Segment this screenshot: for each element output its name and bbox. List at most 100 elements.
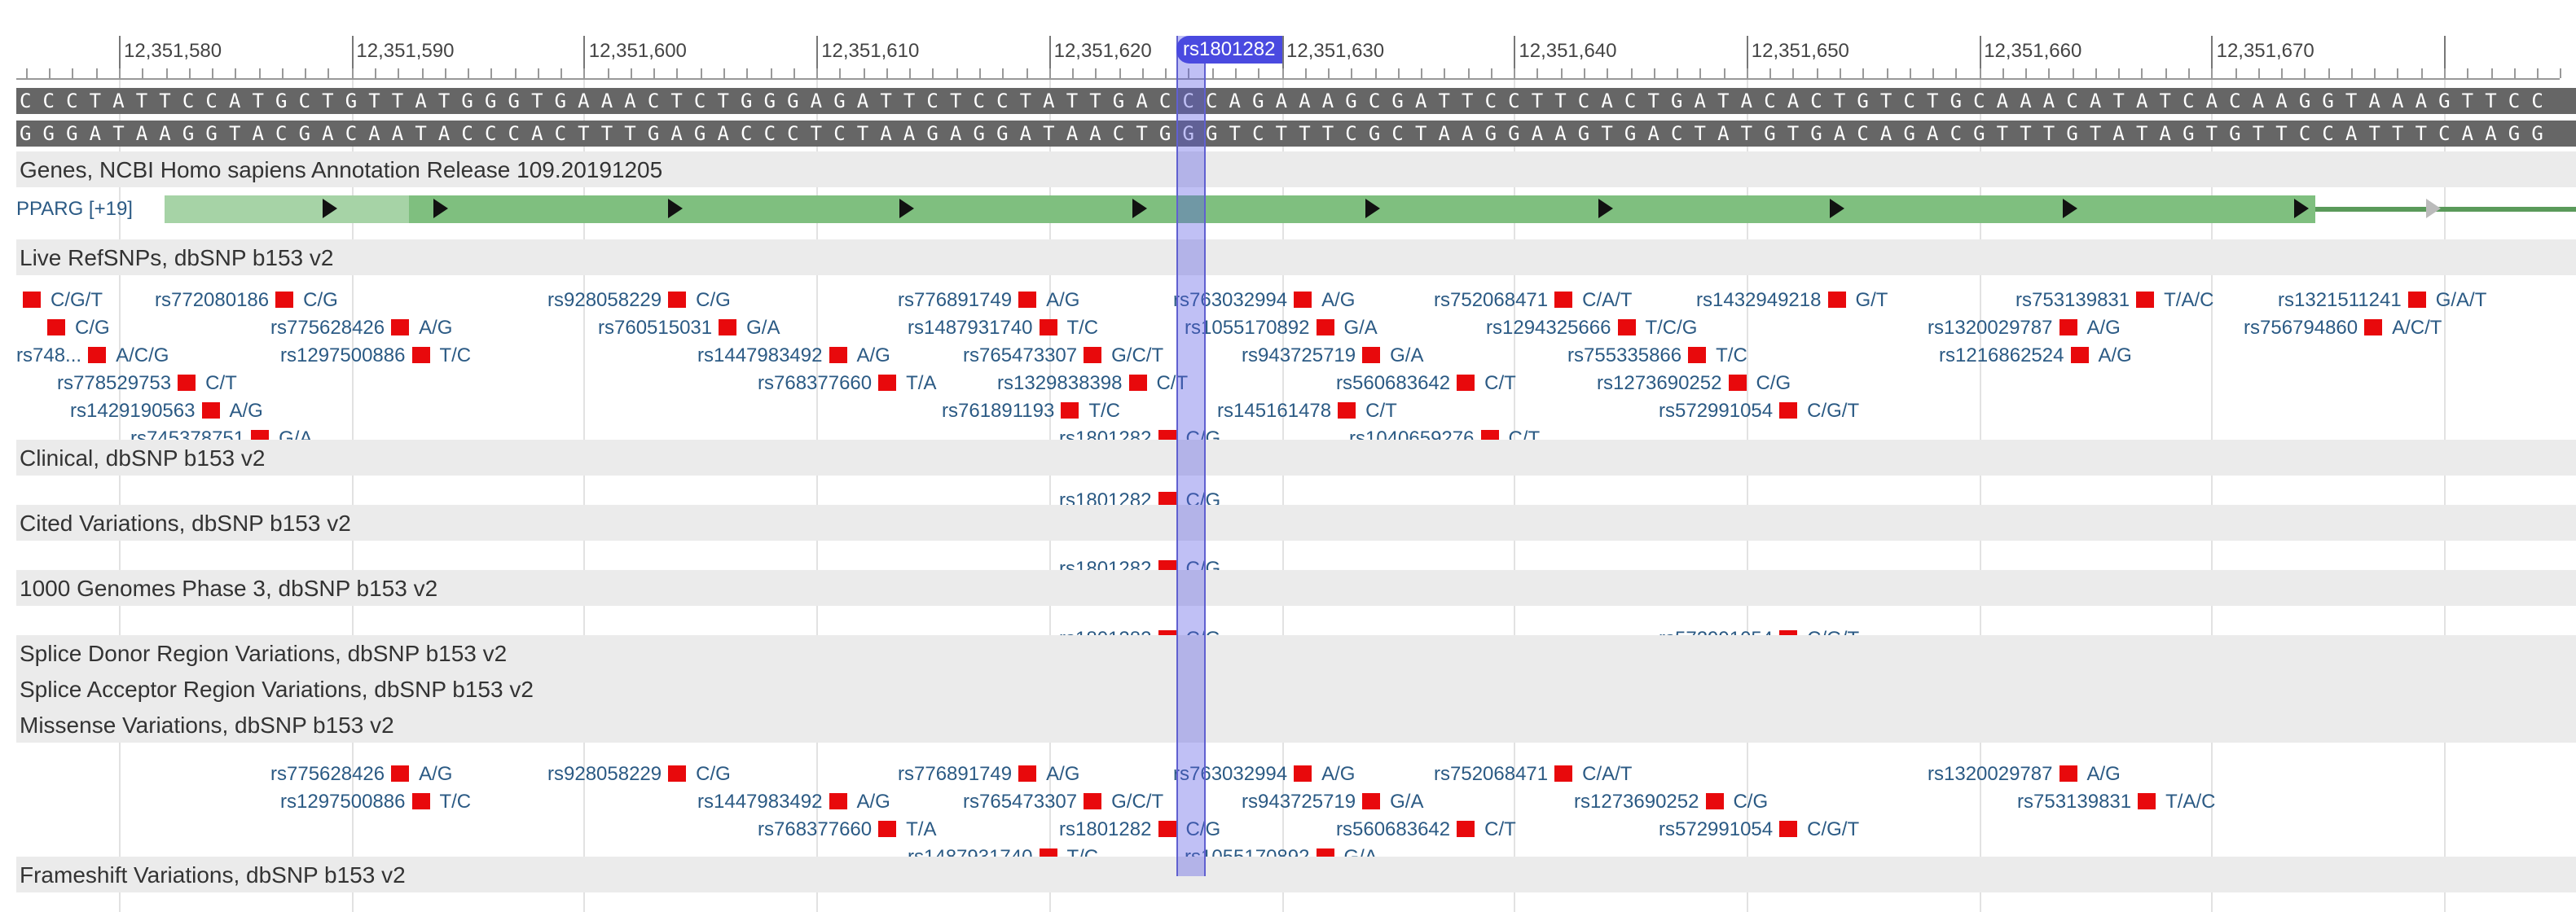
ruler-minor-tick: [1421, 68, 1423, 78]
track-header-splice-acceptor[interactable]: Splice Acceptor Region Variations, dbSNP…: [16, 671, 2576, 707]
arrow-right-icon: [1365, 199, 1380, 218]
snp-marker-icon: [1039, 319, 1057, 335]
snp-item[interactable]: rs1329838398 C/T: [997, 371, 1188, 394]
gene-exon[interactable]: [409, 195, 2315, 223]
snp-id: rs1216862524: [1939, 344, 2064, 366]
snp-item[interactable]: rs1273690252 C/G: [1574, 790, 1768, 813]
ruler-minor-tick: [2188, 68, 2191, 78]
track-header-genes[interactable]: Genes, NCBI Homo sapiens Annotation Rele…: [16, 151, 2576, 187]
ruler-minor-tick: [1258, 68, 1260, 78]
snp-marker-icon: [1827, 292, 1846, 308]
snp-item[interactable]: rs753139831 T/A/C: [2016, 288, 2213, 311]
snp-item[interactable]: rs572991054 C/G/T: [1659, 818, 1859, 840]
ruler-minor-tick: [1048, 68, 1051, 78]
snp-item[interactable]: rs1447983492 A/G: [697, 344, 890, 366]
snp-item[interactable]: rs752068471 C/A/T: [1434, 762, 1632, 785]
ruler-minor-tick: [1328, 68, 1330, 78]
snp-item[interactable]: rs1320029787 A/G: [1928, 762, 2121, 785]
snp-item[interactable]: rs756794860 A/C/T: [2244, 316, 2442, 339]
snp-item[interactable]: rs753139831 T/A/C: [2017, 790, 2215, 813]
snp-item[interactable]: rs775628426 A/G: [270, 762, 452, 785]
snp-item[interactable]: rs1487931740 T/C: [908, 316, 1098, 339]
gene-utr[interactable]: [165, 195, 409, 223]
snp-item[interactable]: rs768377660 T/A: [758, 818, 936, 840]
snp-marker-icon: [1018, 292, 1037, 308]
snp-item[interactable]: rs1297500886 T/C: [280, 344, 471, 366]
snp-item[interactable]: rs761891193 T/C: [942, 399, 1120, 422]
snp-item[interactable]: rs1273690252 C/G: [1597, 371, 1791, 394]
ruler-minor-tick: [1746, 68, 1748, 78]
snp-id: rs775628426: [270, 316, 385, 339]
gene-label-pparg[interactable]: PPARG [+19]: [16, 194, 133, 223]
snp-item[interactable]: rs1447983492 A/G: [697, 790, 890, 813]
snp-item[interactable]: rs752068471 C/A/T: [1434, 288, 1632, 311]
snp-item[interactable]: rs943725719 G/A: [1242, 790, 1423, 813]
snp-id: rs1273690252: [1574, 790, 1699, 813]
snp-allele: G/A: [1390, 790, 1424, 813]
sequence-forward: CCCTATTCCATGCTGTTATGGGTGAAACTCTGGGAGATTC…: [16, 88, 2576, 114]
ruler-tick-label: 12,351,600: [588, 39, 687, 62]
snp-item[interactable]: rs1294325666 T/C/G: [1486, 316, 1697, 339]
snp-item[interactable]: rs760515031 G/A: [598, 316, 780, 339]
snp-item[interactable]: rs145161478 C/T: [1217, 399, 1397, 422]
snp-item[interactable]: rs560683642 C/T: [1336, 371, 1516, 394]
snp-item[interactable]: rs778529753 C/T: [57, 371, 237, 394]
snp-allele: T/C: [439, 790, 472, 813]
snp-allele: C/G: [303, 288, 338, 311]
snp-item[interactable]: rs1321511241 G/A/T: [2278, 288, 2486, 311]
track-header-splice-donor[interactable]: Splice Donor Region Variations, dbSNP b1…: [16, 635, 2576, 671]
snp-allele: T/C: [1088, 399, 1121, 422]
snp-item[interactable]: rs928058229 C/G: [547, 762, 731, 785]
track-header-live[interactable]: Live RefSNPs, dbSNP b153 v2: [16, 239, 2576, 275]
selected-variant-label[interactable]: rs1801282: [1176, 36, 1282, 64]
track-header-missense[interactable]: Missense Variations, dbSNP b153 v2: [16, 707, 2576, 743]
snp-item[interactable]: rs772080186 C/G: [155, 288, 338, 311]
snp-item[interactable]: rs1297500886 T/C: [280, 790, 471, 813]
snp-id: rs775628426: [270, 762, 385, 785]
ruler-minor-tick: [1304, 68, 1307, 78]
ruler-minor-tick: [235, 68, 237, 78]
selected-variant-highlight[interactable]: [1176, 36, 1206, 876]
ruler-minor-tick: [1677, 68, 1679, 78]
snp-item[interactable]: rs1429190563 A/G: [70, 399, 263, 422]
snp-item[interactable]: rs755335866 T/C: [1567, 344, 1747, 366]
snp-item[interactable]: rs765473307 G/C/T: [963, 790, 1163, 813]
track-header-clinical[interactable]: Clinical, dbSNP b153 v2: [16, 440, 2576, 476]
ruler-minor-tick: [1095, 68, 1097, 78]
ruler-minor-tick: [1886, 68, 1888, 78]
snp-marker-icon: [47, 319, 65, 335]
ruler-minor-tick: [2048, 68, 2051, 78]
snp-item[interactable]: rs560683642 C/T: [1336, 818, 1516, 840]
snp-id: rs1487931740: [908, 316, 1033, 339]
arrow-right-icon: [899, 199, 914, 218]
ruler-minor-tick: [1281, 68, 1283, 78]
ruler-minor-tick: [886, 68, 888, 78]
track-header-cited[interactable]: Cited Variations, dbSNP b153 v2: [16, 505, 2576, 541]
snp-item[interactable]: C/G/T: [16, 288, 103, 311]
snp-item[interactable]: C/G: [41, 316, 110, 339]
snp-id: rs753139831: [2017, 790, 2132, 813]
snp-item[interactable]: rs572991054 C/G/T: [1659, 399, 1859, 422]
snp-item[interactable]: rs1320029787 A/G: [1928, 316, 2121, 339]
ruler-minor-tick: [770, 68, 772, 78]
snp-marker-icon: [2407, 292, 2426, 308]
snp-item[interactable]: rs776891749 A/G: [898, 762, 1079, 785]
track-header-frameshift[interactable]: Frameshift Variations, dbSNP b153 v2: [16, 857, 2576, 892]
snp-marker-icon: [878, 821, 897, 837]
snp-item[interactable]: rs1216862524 A/G: [1939, 344, 2132, 366]
track-header-g1000[interactable]: 1000 Genomes Phase 3, dbSNP b153 v2: [16, 570, 2576, 606]
snp-item[interactable]: rs1055170892G/A: [1185, 316, 1378, 339]
snp-item[interactable]: rs765473307 G/C/T: [963, 344, 1163, 366]
snp-item[interactable]: rs943725719 G/A: [1242, 344, 1423, 366]
snp-item[interactable]: rs748... A/C/G: [16, 344, 169, 366]
snp-item[interactable]: rs776891749 A/G: [898, 288, 1079, 311]
snp-marker-icon: [668, 292, 687, 308]
snp-item[interactable]: rs768377660 T/A: [758, 371, 936, 394]
snp-item[interactable]: rs775628426 A/G: [270, 316, 452, 339]
snp-marker-icon: [411, 793, 430, 809]
snp-item[interactable]: rs928058229 C/G: [547, 288, 731, 311]
snp-item[interactable]: rs1432949218 G/T: [1696, 288, 1888, 311]
snp-marker-icon: [1779, 402, 1798, 419]
snp-id: rs1321511241: [2278, 288, 2402, 311]
snp-allele: C/G: [1733, 790, 1769, 813]
